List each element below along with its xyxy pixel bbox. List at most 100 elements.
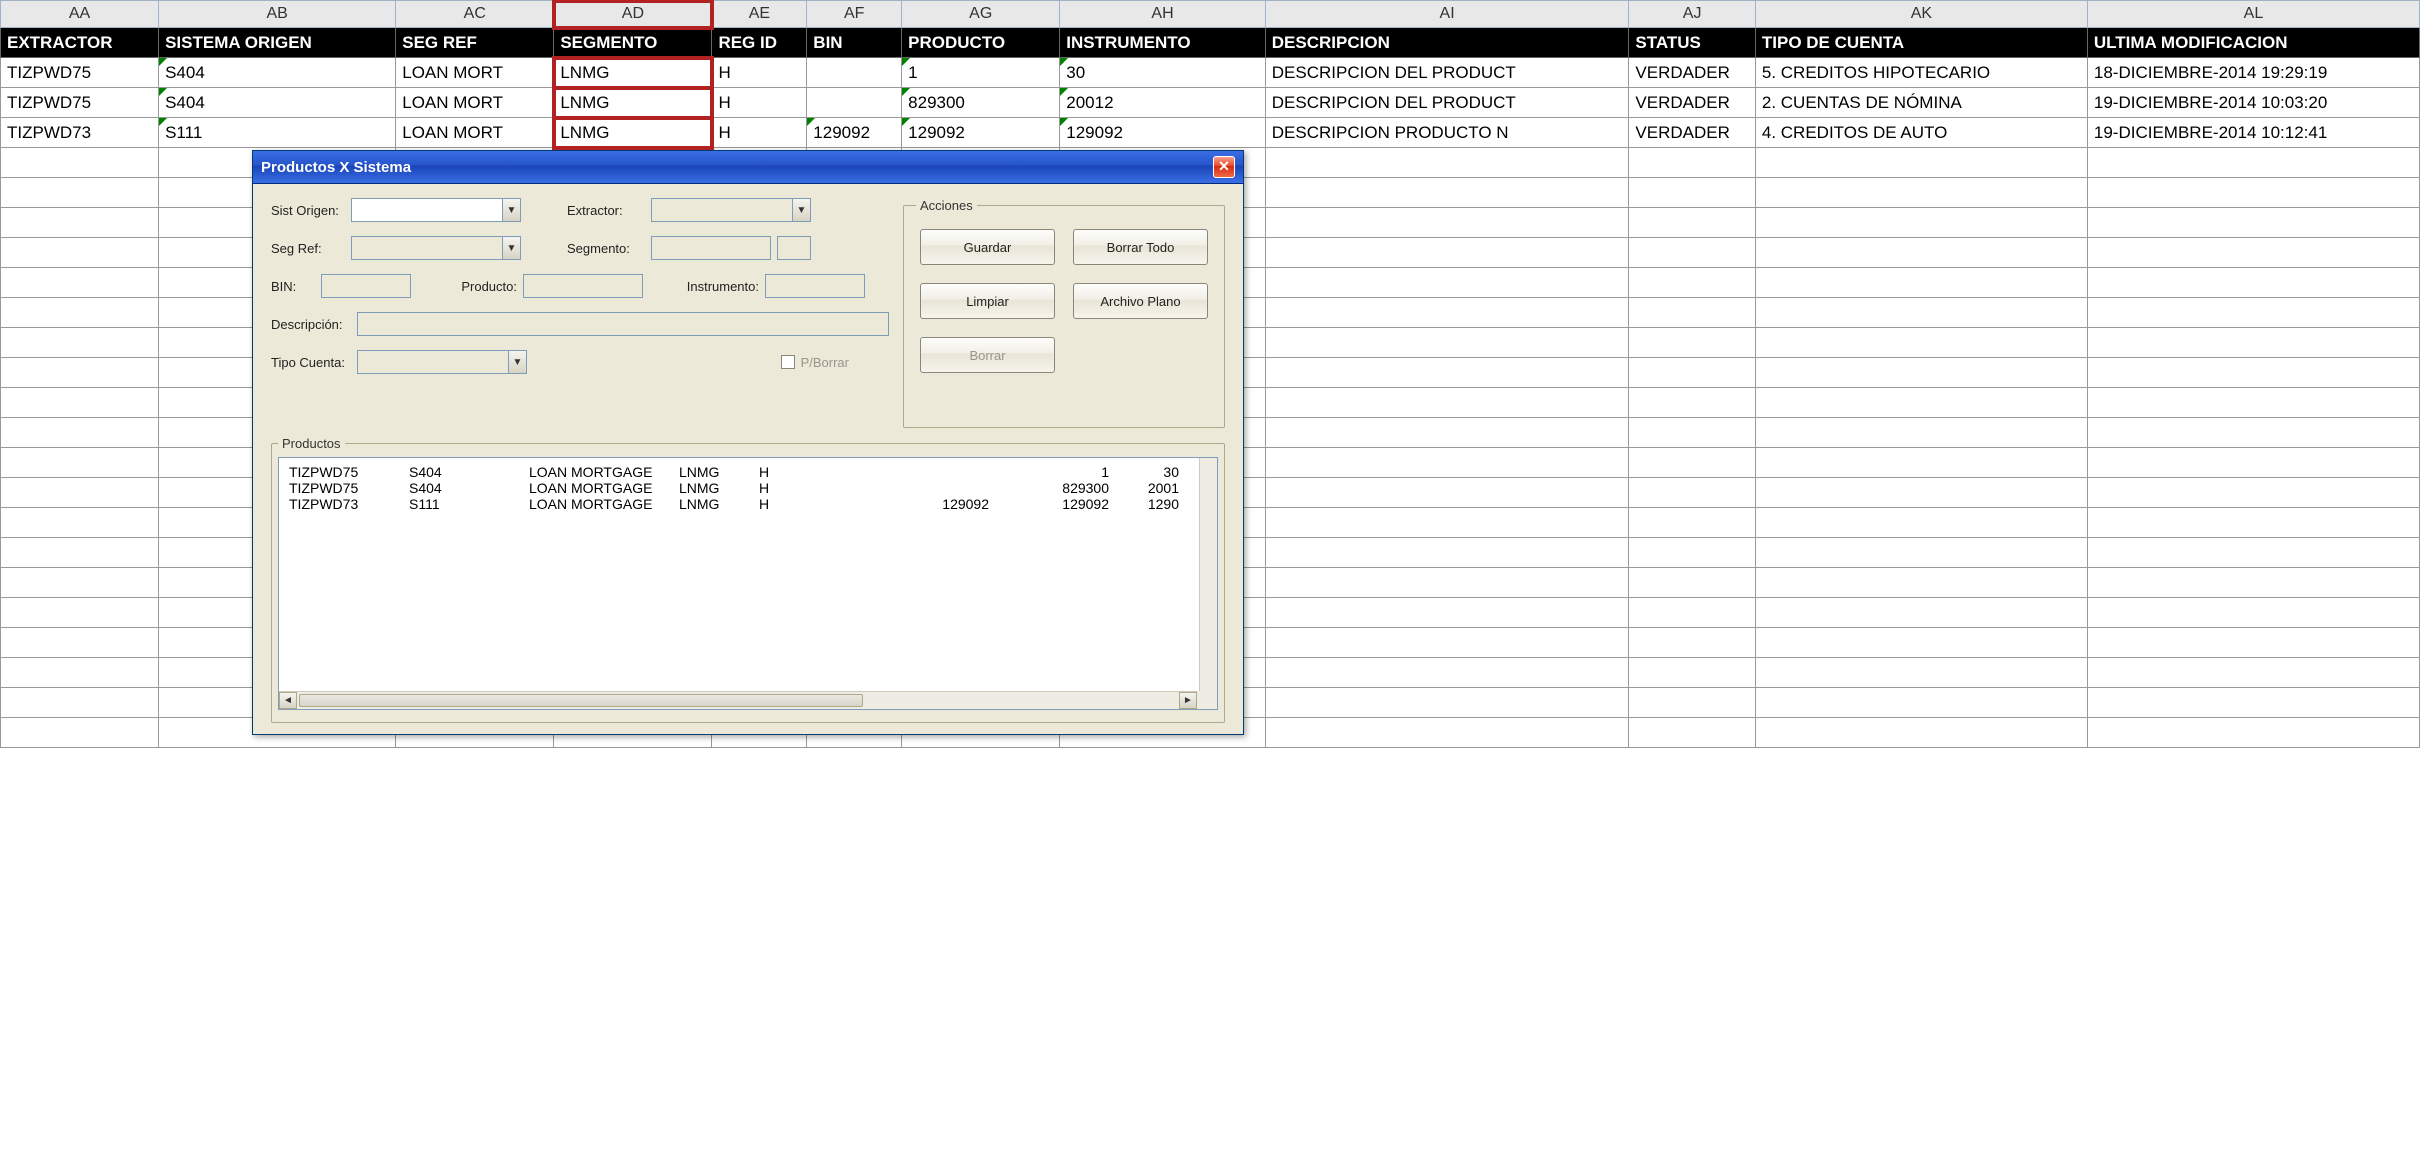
cell[interactable] <box>2087 478 2419 508</box>
cell[interactable] <box>2087 418 2419 448</box>
cell[interactable] <box>1 238 159 268</box>
cell[interactable] <box>1 658 159 688</box>
cell[interactable] <box>1 538 159 568</box>
cell[interactable]: LOAN MORT <box>396 58 554 88</box>
cell[interactable] <box>1755 478 2087 508</box>
cell[interactable] <box>2087 688 2419 718</box>
cell[interactable] <box>1 358 159 388</box>
cell[interactable] <box>1755 568 2087 598</box>
cell[interactable] <box>1 388 159 418</box>
cell[interactable] <box>2087 628 2419 658</box>
cell[interactable] <box>1755 268 2087 298</box>
cell[interactable] <box>2087 658 2419 688</box>
cell[interactable] <box>2087 508 2419 538</box>
column-header-AL[interactable]: AL <box>2087 1 2419 28</box>
cell[interactable] <box>2087 148 2419 178</box>
cell[interactable] <box>1265 358 1629 388</box>
sist-origen-combo[interactable]: ▼ <box>351 198 521 222</box>
cell[interactable]: LNMG <box>554 58 712 88</box>
cell[interactable] <box>1755 718 2087 748</box>
column-header-AC[interactable]: AC <box>396 1 554 28</box>
cell[interactable]: DESCRIPCION PRODUCTO N <box>1265 118 1629 148</box>
cell[interactable] <box>1629 658 1755 688</box>
cell[interactable] <box>1 418 159 448</box>
cell[interactable] <box>1265 208 1629 238</box>
cell[interactable]: VERDADER <box>1629 88 1755 118</box>
scroll-left-icon[interactable]: ◄ <box>279 692 297 709</box>
cell[interactable] <box>807 58 902 88</box>
productos-listbox[interactable]: TIZPWD75S404LOAN MORTGAGELNMGH130TIZPWD7… <box>278 457 1218 710</box>
cell[interactable] <box>1629 178 1755 208</box>
cell[interactable] <box>1 568 159 598</box>
cell[interactable] <box>1629 358 1755 388</box>
cell[interactable] <box>1 178 159 208</box>
cell[interactable] <box>2087 388 2419 418</box>
cell[interactable] <box>2087 718 2419 748</box>
cell[interactable]: 129092 <box>807 118 902 148</box>
cell[interactable] <box>1265 478 1629 508</box>
cell[interactable] <box>1 688 159 718</box>
cell[interactable] <box>1265 148 1629 178</box>
column-header-AB[interactable]: AB <box>159 1 396 28</box>
archivo-plano-button[interactable]: Archivo Plano <box>1073 283 1208 319</box>
cell[interactable]: 1 <box>902 58 1060 88</box>
cell[interactable] <box>1629 568 1755 598</box>
cell[interactable] <box>2087 598 2419 628</box>
cell[interactable]: TIZPWD73 <box>1 118 159 148</box>
cell[interactable]: S111 <box>159 118 396 148</box>
cell[interactable] <box>1265 538 1629 568</box>
cell[interactable] <box>1755 418 2087 448</box>
cell[interactable] <box>2087 328 2419 358</box>
scroll-right-icon[interactable]: ► <box>1179 692 1197 709</box>
cell[interactable] <box>1 448 159 478</box>
limpiar-button[interactable]: Limpiar <box>920 283 1055 319</box>
cell[interactable] <box>1629 148 1755 178</box>
cell[interactable] <box>1755 178 2087 208</box>
cell[interactable] <box>1629 208 1755 238</box>
cell[interactable]: 5. CREDITOS HIPOTECARIO <box>1755 58 2087 88</box>
cell[interactable] <box>1 598 159 628</box>
cell[interactable] <box>1265 388 1629 418</box>
cell[interactable]: H <box>712 118 807 148</box>
cell[interactable] <box>2087 268 2419 298</box>
cell[interactable]: 19-DICIEMBRE-2014 10:12:41 <box>2087 118 2419 148</box>
cell[interactable] <box>1629 238 1755 268</box>
list-item[interactable]: TIZPWD75S404LOAN MORTGAGELNMGH8293002001 <box>289 480 1207 496</box>
cell[interactable] <box>1755 358 2087 388</box>
cell[interactable] <box>1265 178 1629 208</box>
cell[interactable] <box>1265 628 1629 658</box>
cell[interactable] <box>1755 298 2087 328</box>
dialog-titlebar[interactable]: Productos X Sistema ✕ <box>253 151 1243 184</box>
cell[interactable] <box>1 328 159 358</box>
cell[interactable] <box>1 148 159 178</box>
cell[interactable]: LOAN MORT <box>396 118 554 148</box>
column-header-AH[interactable]: AH <box>1060 1 1266 28</box>
cell[interactable]: 19-DICIEMBRE-2014 10:03:20 <box>2087 88 2419 118</box>
cell[interactable] <box>807 88 902 118</box>
cell[interactable]: DESCRIPCION DEL PRODUCT <box>1265 58 1629 88</box>
scroll-thumb[interactable] <box>299 694 863 707</box>
cell[interactable] <box>1755 508 2087 538</box>
cell[interactable] <box>1755 238 2087 268</box>
cell[interactable] <box>1629 628 1755 658</box>
cell[interactable] <box>1 268 159 298</box>
cell[interactable] <box>1265 448 1629 478</box>
column-header-AF[interactable]: AF <box>807 1 902 28</box>
cell[interactable]: S404 <box>159 88 396 118</box>
cell[interactable] <box>1 298 159 328</box>
cell[interactable]: 18-DICIEMBRE-2014 19:29:19 <box>2087 58 2419 88</box>
column-header-AG[interactable]: AG <box>902 1 1060 28</box>
column-header-AJ[interactable]: AJ <box>1629 1 1755 28</box>
guardar-button[interactable]: Guardar <box>920 229 1055 265</box>
cell[interactable] <box>1 478 159 508</box>
cell[interactable] <box>1755 598 2087 628</box>
cell[interactable]: LNMG <box>554 88 712 118</box>
cell[interactable] <box>1755 148 2087 178</box>
cell[interactable]: 30 <box>1060 58 1266 88</box>
cell[interactable] <box>1 718 159 748</box>
cell[interactable] <box>1265 238 1629 268</box>
cell[interactable]: H <box>712 58 807 88</box>
cell[interactable] <box>1 508 159 538</box>
cell[interactable]: S404 <box>159 58 396 88</box>
column-header-AE[interactable]: AE <box>712 1 807 28</box>
